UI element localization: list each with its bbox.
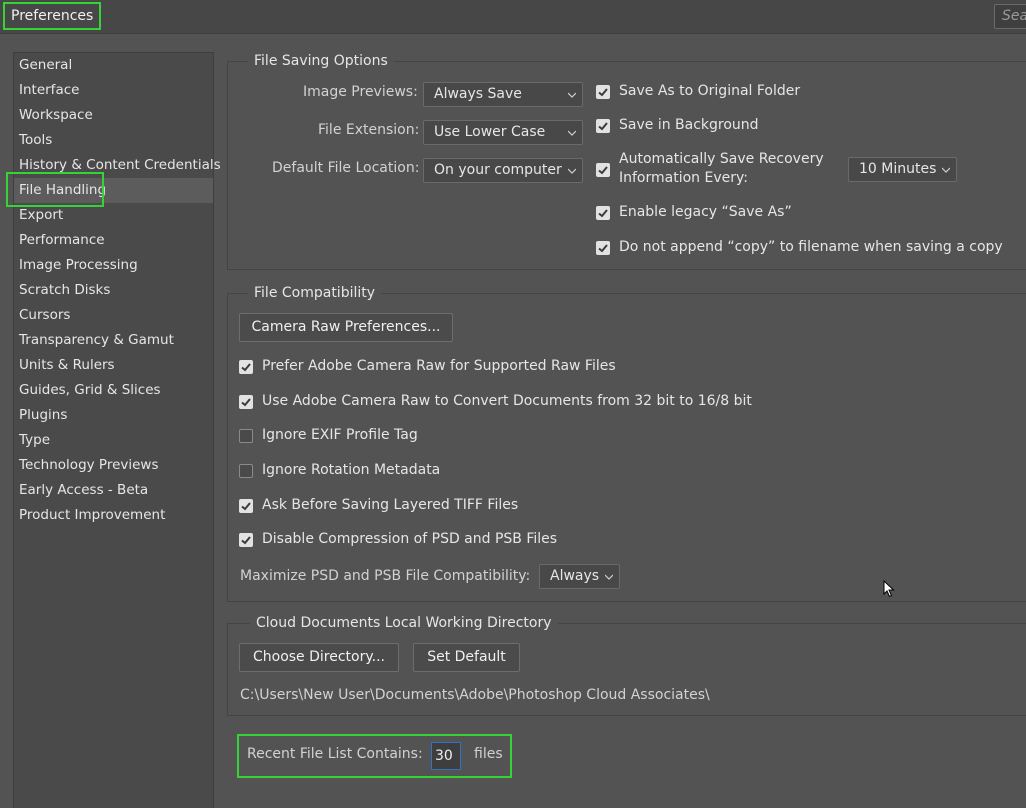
sidebar-item-early-access[interactable]: Early Access - Beta: [14, 478, 213, 503]
auto-save-interval-dropdown[interactable]: 10 Minutes: [848, 157, 957, 182]
auto-save-recovery-label-1: Automatically Save Recovery: [619, 151, 824, 167]
default-location-dropdown[interactable]: On your computer: [423, 158, 583, 183]
sidebar-item-image-processing[interactable]: Image Processing: [14, 253, 213, 278]
disable-compression-label: Disable Compression of PSD and PSB Files: [262, 531, 558, 547]
sidebar-item-general[interactable]: General: [14, 53, 213, 78]
ignore-exif-label: Ignore EXIF Profile Tag: [262, 427, 418, 443]
acr-convert-checkbox[interactable]: [239, 395, 253, 409]
file-extension-label: File Extension:: [318, 122, 420, 138]
auto-save-recovery-label-2: Information Every:: [619, 170, 748, 186]
choose-directory-button[interactable]: Choose Directory...: [239, 643, 399, 672]
mouse-pointer-icon: [883, 579, 895, 602]
save-background-checkbox[interactable]: [596, 119, 610, 133]
prefer-acr-label: Prefer Adobe Camera Raw for Supported Ra…: [262, 358, 616, 374]
recent-files-suffix: files: [474, 746, 503, 762]
cloud-docs-path: C:\Users\New User\Documents\Adobe\Photos…: [240, 687, 710, 703]
ignore-rotation-checkbox[interactable]: [239, 464, 253, 478]
default-location-label: Default File Location:: [272, 160, 420, 176]
no-copy-suffix-label: Do not append “copy” to filename when sa…: [619, 239, 1003, 255]
sidebar-item-plugins[interactable]: Plugins: [14, 403, 213, 428]
chevron-down-icon: [605, 573, 613, 581]
legacy-save-as-label: Enable legacy “Save As”: [619, 204, 792, 220]
check-icon: [241, 502, 251, 511]
maximize-compat-label: Maximize PSD and PSB File Compatibility:: [240, 568, 531, 584]
file-compat-title: File Compatibility: [248, 283, 382, 303]
window-title: Preferences: [3, 2, 102, 30]
maximize-compat-value: Always: [550, 568, 600, 584]
file-extension-value: Use Lower Case: [434, 124, 546, 140]
acr-convert-label: Use Adobe Camera Raw to Convert Document…: [262, 393, 752, 409]
save-original-folder-label: Save As to Original Folder: [619, 83, 801, 99]
sidebar-item-tech-previews[interactable]: Technology Previews: [14, 453, 213, 478]
search-input[interactable]: Sea: [994, 4, 1026, 29]
sidebar-item-interface[interactable]: Interface: [14, 78, 213, 103]
check-icon: [241, 363, 251, 372]
camera-raw-prefs-button[interactable]: Camera Raw Preferences...: [239, 313, 453, 342]
no-copy-suffix-checkbox[interactable]: [596, 241, 610, 255]
save-original-folder-checkbox[interactable]: [596, 85, 610, 99]
save-background-label: Save in Background: [619, 117, 759, 133]
check-icon: [241, 398, 251, 407]
sidebar-item-guides[interactable]: Guides, Grid & Slices: [14, 378, 213, 403]
chevron-down-icon: [568, 167, 576, 175]
auto-save-recovery-checkbox[interactable]: [596, 163, 610, 177]
check-icon: [598, 166, 608, 175]
sidebar-item-transparency[interactable]: Transparency & Gamut: [14, 328, 213, 353]
sidebar-item-workspace[interactable]: Workspace: [14, 103, 213, 128]
sidebar-item-scratch-disks[interactable]: Scratch Disks: [14, 278, 213, 303]
check-icon: [241, 536, 251, 545]
chevron-down-icon: [568, 91, 576, 99]
recent-files-highlight: Recent File List Contains: 30 files: [237, 734, 512, 778]
sidebar-item-tools[interactable]: Tools: [14, 128, 213, 153]
sidebar-item-performance[interactable]: Performance: [14, 228, 213, 253]
ignore-exif-checkbox[interactable]: [239, 429, 253, 443]
file-saving-title: File Saving Options: [248, 51, 394, 71]
check-icon: [598, 244, 608, 253]
cloud-docs-title: Cloud Documents Local Working Directory: [250, 613, 558, 633]
chevron-down-icon: [568, 129, 576, 137]
sidebar-item-units[interactable]: Units & Rulers: [14, 353, 213, 378]
image-previews-label: Image Previews:: [303, 84, 418, 100]
auto-save-interval-value: 10 Minutes: [859, 161, 937, 177]
image-previews-value: Always Save: [434, 86, 522, 102]
sidebar-item-cursors[interactable]: Cursors: [14, 303, 213, 328]
image-previews-dropdown[interactable]: Always Save: [423, 82, 583, 107]
legacy-save-as-checkbox[interactable]: [596, 206, 610, 220]
check-icon: [598, 122, 608, 131]
chevron-down-icon: [942, 166, 950, 174]
maximize-compat-dropdown[interactable]: Always: [539, 564, 620, 589]
recent-files-input[interactable]: 30: [431, 742, 461, 770]
ignore-rotation-label: Ignore Rotation Metadata: [262, 462, 441, 478]
set-default-button[interactable]: Set Default: [413, 643, 520, 672]
prefer-acr-checkbox[interactable]: [239, 360, 253, 374]
sidebar-item-type[interactable]: Type: [14, 428, 213, 453]
file-extension-dropdown[interactable]: Use Lower Case: [423, 120, 583, 145]
check-icon: [598, 209, 608, 218]
title-bar: Preferences Sea: [0, 0, 1026, 34]
check-icon: [598, 88, 608, 97]
recent-files-label: Recent File List Contains:: [247, 746, 423, 762]
ask-tiff-label: Ask Before Saving Layered TIFF Files: [262, 497, 519, 513]
disable-compression-checkbox[interactable]: [239, 533, 253, 547]
selection-highlight: [6, 172, 104, 207]
default-location-value: On your computer: [434, 162, 562, 178]
ask-tiff-checkbox[interactable]: [239, 499, 253, 513]
sidebar: General Interface Workspace Tools Histor…: [13, 52, 221, 808]
sidebar-item-product-improvement[interactable]: Product Improvement: [14, 503, 213, 528]
